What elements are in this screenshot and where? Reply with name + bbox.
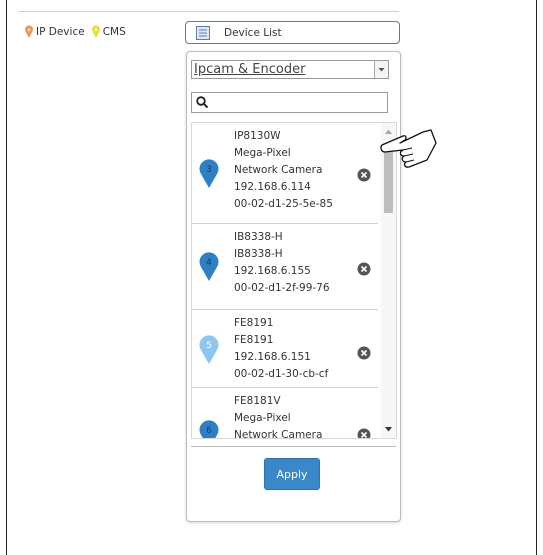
remove-icon[interactable] — [357, 262, 371, 276]
search-box[interactable] — [191, 92, 388, 113]
search-icon — [196, 96, 209, 109]
device-type-value: Ipcam & Encoder — [194, 62, 306, 77]
device-line: FE8181V — [234, 395, 281, 407]
apply-button[interactable]: Apply — [264, 458, 320, 490]
device-list[interactable]: 3 IP8130W Mega-Pixel Network Camera 192.… — [191, 122, 397, 439]
marker-number: 6 — [206, 426, 212, 436]
device-line: IB8338-H — [234, 231, 283, 243]
device-line: 00-02-d1-2f-99-76 — [234, 282, 330, 294]
remove-icon[interactable] — [357, 428, 371, 439]
map-marker-icon: 3 — [199, 159, 219, 188]
list-item[interactable]: 3 IP8130W Mega-Pixel Network Camera 192.… — [192, 123, 378, 224]
marker-number: 4 — [206, 258, 212, 268]
device-line: Mega-Pixel — [234, 147, 291, 159]
device-type-select[interactable]: Ipcam & Encoder — [191, 60, 389, 79]
device-line: Mega-Pixel — [234, 412, 291, 424]
device-line: IP8130W — [234, 130, 281, 142]
map-marker-icon: 4 — [199, 252, 219, 281]
device-list-label: Device List — [224, 26, 282, 39]
marker-number: 5 — [206, 341, 212, 351]
remove-icon[interactable] — [357, 346, 371, 360]
device-list-panel: Ipcam & Encoder 3 IP8130W Mega-Pixel Net… — [186, 51, 401, 522]
device-line: IB8338-H — [234, 248, 283, 260]
device-line: 00-02-d1-25-5e-85 — [234, 198, 333, 210]
ip-device-label: IP Device — [36, 26, 85, 38]
device-line: Network Camera — [234, 429, 323, 439]
device-line: 192.168.6.114 — [234, 181, 311, 193]
device-list-button[interactable]: Device List — [185, 21, 400, 44]
device-line: FE8191 — [234, 334, 274, 346]
map-marker-icon: 6 — [199, 420, 219, 438]
legend: IP Device CMS — [24, 25, 132, 39]
device-line: 192.168.6.155 — [234, 265, 311, 277]
ip-device-pin-icon — [25, 25, 33, 38]
device-line: FE8191 — [234, 317, 274, 329]
device-line: 00-02-d1-30-cb-cf — [234, 368, 329, 380]
top-divider — [18, 11, 399, 12]
device-line: Network Camera — [234, 164, 323, 176]
list-item[interactable]: 4 IB8338-H IB8338-H 192.168.6.155 00-02-… — [192, 224, 378, 310]
device-line: 192.168.6.151 — [234, 351, 311, 363]
list-icon — [196, 25, 210, 40]
list-item[interactable]: 5 FE8191 FE8191 192.168.6.151 00-02-d1-3… — [192, 310, 378, 388]
marker-number: 3 — [206, 165, 212, 175]
remove-icon[interactable] — [357, 168, 371, 182]
scroll-down-icon[interactable] — [384, 425, 393, 433]
dropdown-arrow-icon[interactable] — [374, 61, 388, 78]
cms-label: CMS — [102, 26, 126, 38]
panel-divider — [191, 446, 396, 447]
pointing-hand-icon — [380, 129, 437, 168]
list-item[interactable]: 6 FE8181V Mega-Pixel Network Camera — [192, 388, 378, 439]
cms-pin-icon — [91, 25, 100, 38]
map-marker-icon: 5 — [199, 335, 219, 364]
